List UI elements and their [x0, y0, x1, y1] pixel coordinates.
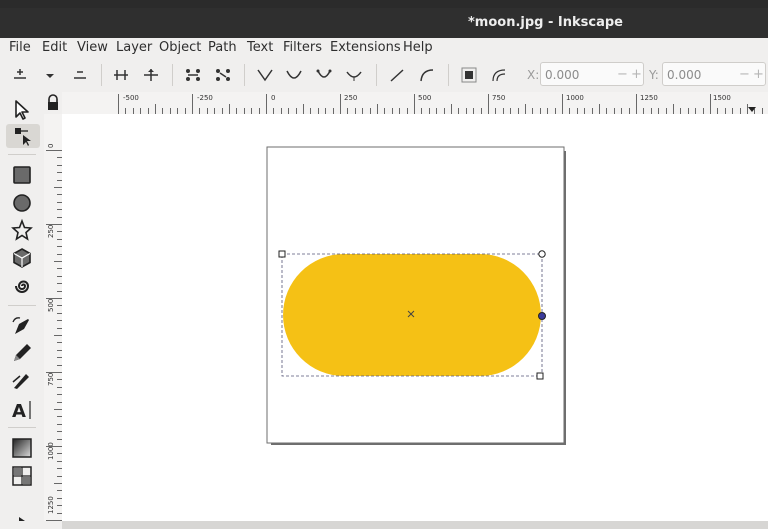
vertical-ruler[interactable]: 0 250 500 750 1000 1250: [44, 114, 63, 521]
ruler-label: 250: [344, 94, 357, 102]
x-coordinate-field[interactable]: − +: [540, 62, 644, 86]
x-decrement-button[interactable]: −: [617, 67, 628, 82]
ellipse-tool-icon[interactable]: [10, 191, 34, 215]
scale-handle-bottom-right[interactable]: [536, 372, 544, 380]
join-nodes-icon[interactable]: [112, 67, 130, 83]
object-to-path-icon[interactable]: [460, 67, 478, 83]
ruler-label: 250: [47, 225, 55, 238]
break-path-icon[interactable]: [142, 67, 160, 83]
vertical-ruler-ticks: 0 250 500 750 1000 1250: [46, 144, 62, 521]
toolbox-separator: [8, 427, 36, 428]
join-segment-icon[interactable]: [184, 67, 202, 83]
pen-tool-icon[interactable]: [10, 314, 34, 338]
smooth-node-icon[interactable]: [285, 67, 303, 83]
star-tool-icon[interactable]: [10, 218, 34, 242]
rectangle-tool-icon[interactable]: [10, 163, 34, 187]
lock-icon: [48, 94, 58, 110]
ruler-label: 1000: [47, 442, 55, 460]
ruler-label: 1500: [713, 94, 731, 102]
menu-object[interactable]: Object: [159, 40, 201, 55]
toolbox-separator: [8, 154, 36, 155]
svg-text:A: A: [12, 401, 26, 421]
gradient-tool-icon[interactable]: [10, 436, 34, 460]
calligraphy-tool-icon[interactable]: [10, 368, 34, 392]
menu-path[interactable]: Path: [208, 40, 237, 55]
ruler-label: 500: [47, 299, 55, 312]
system-top-bar: [0, 0, 768, 8]
delete-node-icon[interactable]: [71, 67, 89, 83]
toolbar-separator: [376, 64, 377, 86]
y-decrement-button[interactable]: −: [739, 67, 750, 82]
delete-segment-icon[interactable]: [214, 67, 232, 83]
node-tool-icon: [15, 128, 31, 146]
toolbox-separator: [8, 305, 36, 306]
y-coordinate-field[interactable]: − +: [662, 62, 766, 86]
ruler-label: 0: [271, 94, 275, 102]
symmetric-node-icon[interactable]: [315, 67, 333, 83]
toolbar-separator: [448, 64, 449, 86]
toolbar-separator: [172, 64, 173, 86]
x-increment-button[interactable]: +: [631, 67, 642, 82]
window-title: *moon.jpg - Inkscape: [468, 15, 623, 30]
toolbar-separator: [101, 64, 102, 86]
selector-tool-icon[interactable]: [10, 98, 34, 122]
text-tool-icon[interactable]: A: [10, 397, 34, 421]
horizontal-ruler-ticks: -500 -250 0 250 500 750 1000 1250 1500: [118, 94, 763, 114]
menu-filters[interactable]: Filters: [283, 40, 322, 55]
ruler-label: 750: [47, 373, 55, 386]
stroke-to-path-icon[interactable]: [490, 67, 508, 83]
horizontal-ruler[interactable]: -500 -250 0 250 500 750 1000 1250 1500: [62, 92, 768, 115]
ruler-label: -500: [123, 94, 139, 102]
node-tool-controls-bar: X: − + Y: − +: [0, 58, 768, 93]
menu-edit[interactable]: Edit: [42, 40, 67, 55]
y-coordinate-label: Y:: [649, 68, 659, 82]
ruler-label: 1000: [566, 94, 584, 102]
horizontal-scrollbar[interactable]: [62, 521, 768, 529]
menu-layer[interactable]: Layer: [116, 40, 152, 55]
curve-segment-icon[interactable]: [418, 67, 436, 83]
toolbar-separator: [244, 64, 245, 86]
cusp-node-icon[interactable]: [256, 67, 274, 83]
auto-smooth-node-icon[interactable]: [345, 67, 363, 83]
insert-node-icon[interactable]: [11, 67, 29, 83]
3d-box-tool-icon[interactable]: [10, 246, 34, 270]
menu-text[interactable]: Text: [247, 40, 273, 55]
menu-help[interactable]: Help: [403, 40, 433, 55]
title-bar: *moon.jpg - Inkscape: [0, 8, 768, 38]
y-coordinate-input[interactable]: [665, 66, 739, 84]
pencil-tool-icon[interactable]: [10, 341, 34, 365]
menu-file[interactable]: File: [9, 40, 31, 55]
dropdown-arrow-icon[interactable]: [41, 67, 59, 83]
status-corner: [0, 521, 62, 529]
y-increment-button[interactable]: +: [753, 67, 764, 82]
mesh-tool-icon[interactable]: [10, 464, 34, 488]
ruler-label: 500: [418, 94, 431, 102]
menu-extensions[interactable]: Extensions: [330, 40, 401, 55]
canvas-drawing: [266, 146, 566, 445]
scale-handle-top-left[interactable]: [278, 250, 286, 258]
rotate-handle-top-right[interactable]: [538, 250, 546, 258]
line-segment-icon[interactable]: [388, 67, 406, 83]
x-coordinate-label: X:: [527, 68, 540, 82]
ruler-label: 0: [47, 144, 55, 148]
selected-node-handle[interactable]: [538, 312, 546, 320]
node-tool-button[interactable]: [6, 124, 40, 148]
ruler-label: 750: [492, 94, 505, 102]
toolbox: A: [0, 92, 45, 529]
guide-lock-corner[interactable]: [44, 92, 62, 114]
drawing-canvas[interactable]: [62, 114, 768, 521]
ruler-label: 1250: [47, 496, 55, 514]
ruler-label: 1250: [640, 94, 658, 102]
menu-view[interactable]: View: [77, 40, 108, 55]
menu-bar: File Edit View Layer Object Path Text Fi…: [0, 38, 768, 58]
x-coordinate-input[interactable]: [543, 66, 617, 84]
spiral-tool-icon[interactable]: [10, 274, 34, 298]
ruler-label: -250: [197, 94, 213, 102]
